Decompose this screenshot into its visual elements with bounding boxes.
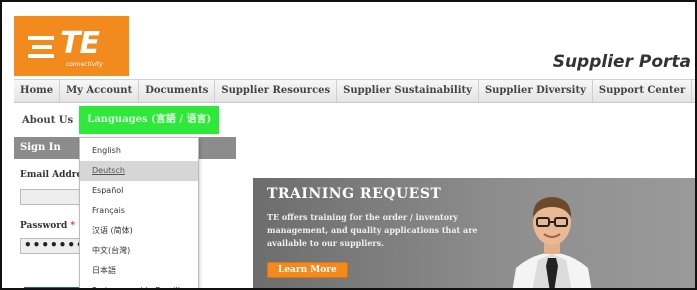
nav-item-home[interactable]: Home: [14, 80, 61, 102]
logo-subtext: connectivity: [66, 61, 103, 68]
language-option-english[interactable]: English: [80, 141, 198, 161]
nav-item-documents[interactable]: Documents: [139, 80, 216, 102]
language-option-chinese-simplified[interactable]: 汉语 (简体): [80, 221, 198, 241]
training-request-banner: TRAINING REQUEST TE offers training for …: [253, 178, 695, 288]
te-logo[interactable]: TE connectivity: [14, 16, 129, 76]
person-illustration: [512, 197, 592, 288]
password-label-text: Password: [20, 221, 68, 231]
banner-text: TE offers training for the order / inven…: [267, 212, 478, 248]
nav-item-supplier-sustainability[interactable]: Supplier Sustainability: [337, 80, 479, 102]
logo-bars-icon: [28, 36, 54, 63]
language-option-deutsch[interactable]: Deutsch: [80, 161, 198, 181]
languages-dropdown: English Deutsch Español Français 汉语 (简体)…: [79, 137, 199, 288]
language-option-portuguese-brazil[interactable]: Portuguese (do Brazil): [80, 281, 198, 288]
nav-item-my-account[interactable]: My Account: [60, 80, 140, 102]
email-label: Email Addre: [20, 170, 82, 180]
languages-menu-tab[interactable]: Languages (言語 / 语言): [79, 106, 220, 134]
main-nav: Home My Account Documents Supplier Resou…: [14, 79, 695, 103]
language-option-japanese[interactable]: 日本語: [80, 261, 198, 281]
required-mark: *: [70, 221, 76, 231]
browser-viewport: TE connectivity Supplier Porta Home My A…: [0, 0, 697, 290]
nav-item-support-center[interactable]: Support Center: [593, 80, 693, 102]
language-option-francais[interactable]: Français: [80, 201, 198, 221]
email-label-text: Email Addre: [20, 170, 83, 180]
banner-title: TRAINING REQUEST: [267, 186, 442, 202]
sub-nav: About Us Languages (言語 / 语言): [14, 106, 220, 134]
language-option-espanol[interactable]: Español: [80, 181, 198, 201]
nav-item-about-us[interactable]: About Us: [14, 115, 79, 126]
language-option-chinese-taiwan[interactable]: 中文(台灣): [80, 241, 198, 261]
nav-item-supplier-resources[interactable]: Supplier Resources: [215, 80, 338, 102]
portal-title: Supplier Porta: [552, 52, 691, 72]
password-label: Password *: [20, 221, 75, 231]
logo-text: TE: [60, 26, 100, 61]
nav-item-supplier-diversity[interactable]: Supplier Diversity: [479, 80, 593, 102]
learn-more-button[interactable]: Learn More: [267, 262, 348, 278]
